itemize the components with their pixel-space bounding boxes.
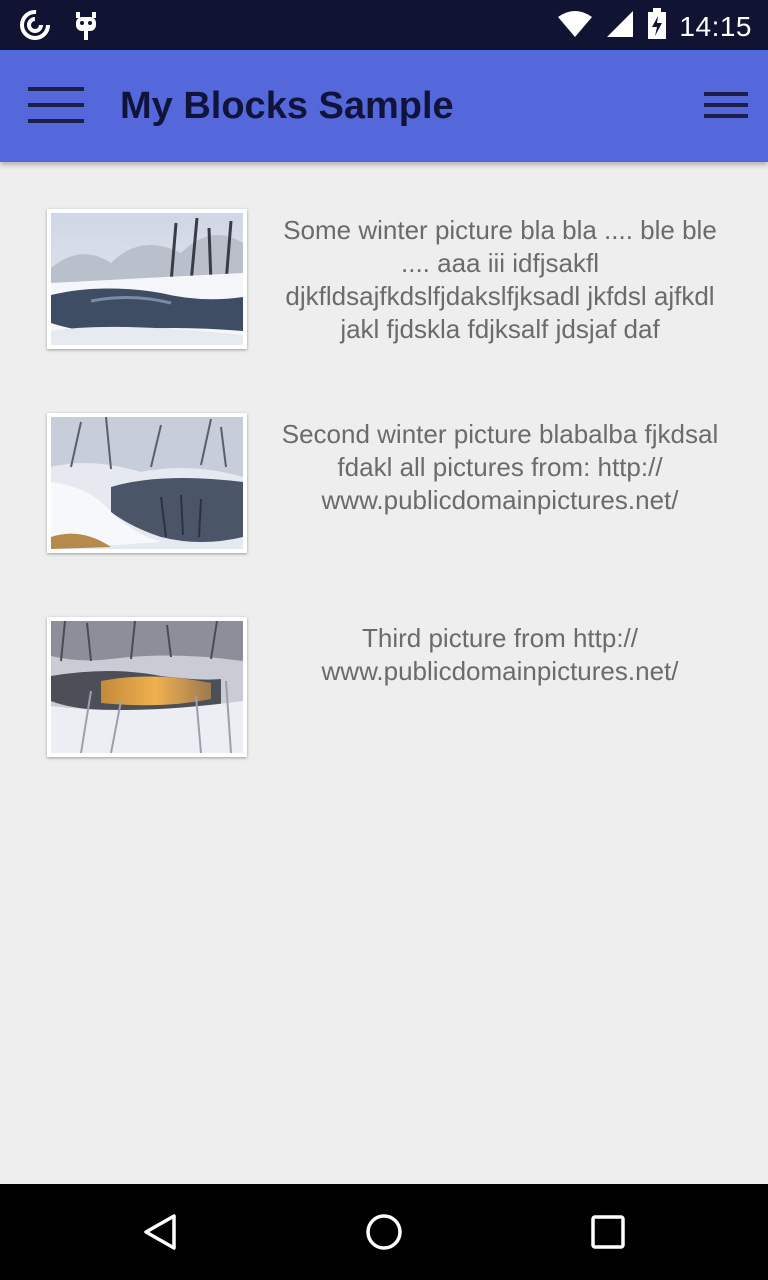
hamburger-menu-icon[interactable] xyxy=(28,87,84,123)
winter-river-thumbnail xyxy=(47,209,247,349)
status-bar: 14:15 xyxy=(0,0,768,50)
android-debug-icon xyxy=(74,8,98,47)
back-icon[interactable] xyxy=(140,1212,180,1252)
item-description: Second winter picture blabalba fjkdsal f… xyxy=(281,419,719,515)
recents-icon[interactable] xyxy=(588,1212,628,1252)
cell-signal-icon xyxy=(605,9,635,44)
navigation-bar xyxy=(0,1184,768,1280)
snowy-stream-thumbnail xyxy=(47,413,247,553)
item-description: Third picture from http:// www.publicdom… xyxy=(321,623,679,686)
location-sync-icon xyxy=(18,8,52,47)
app-bar: My Blocks Sample xyxy=(0,50,768,162)
list-item[interactable]: Some winter picture bla bla .... ble ble… xyxy=(0,162,768,366)
battery-icon xyxy=(647,8,667,45)
frosty-pond-thumbnail xyxy=(47,617,247,757)
page-title: My Blocks Sample xyxy=(120,85,454,127)
home-icon[interactable] xyxy=(364,1212,404,1252)
status-time: 14:15 xyxy=(679,10,752,42)
wifi-icon xyxy=(557,9,593,44)
list-item[interactable]: Third picture from http:// www.publicdom… xyxy=(0,570,768,774)
list-item[interactable]: Second winter picture blabalba fjkdsal f… xyxy=(0,366,768,570)
item-description: Some winter picture bla bla .... ble ble… xyxy=(283,215,717,344)
overflow-menu-icon[interactable] xyxy=(704,92,748,120)
